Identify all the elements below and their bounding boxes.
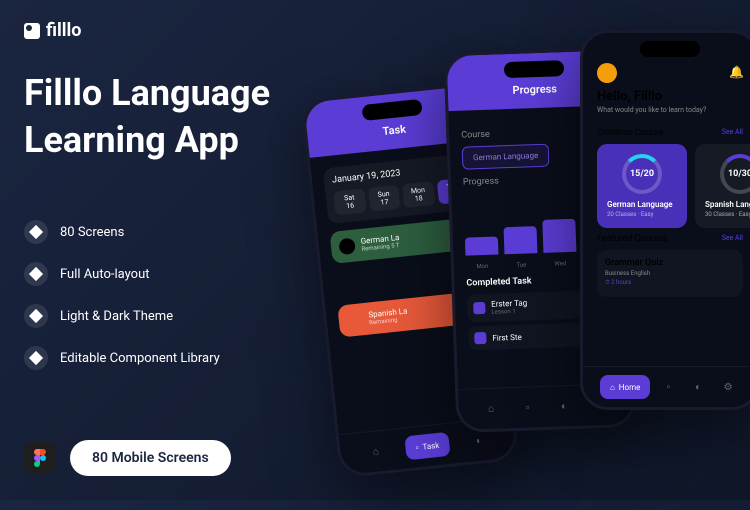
- course-meta: 20 Classes · Easy: [607, 211, 677, 218]
- subgreeting: What would you like to learn today?: [597, 106, 743, 114]
- notification-icon[interactable]: 🔔: [729, 65, 743, 79]
- feature-item: Editable Component Library: [24, 346, 220, 370]
- avatar[interactable]: [597, 63, 617, 83]
- progress-ring: 10/30: [720, 154, 750, 194]
- hero-title: Filllo Language Learning App: [24, 70, 270, 164]
- featured-sub: Business English: [605, 270, 735, 277]
- logo-icon: [24, 23, 40, 39]
- nav-item[interactable]: ⚙: [716, 375, 740, 399]
- badge-row: 80 Mobile Screens: [24, 440, 231, 476]
- feature-item: 80 Screens: [24, 220, 220, 244]
- spain-flag-icon: [346, 311, 364, 329]
- nav-item[interactable]: ▫: [656, 375, 680, 399]
- day-cell[interactable]: Sun17: [368, 185, 401, 212]
- figma-icon: [24, 442, 56, 474]
- screens-badge: 80 Mobile Screens: [70, 440, 231, 476]
- nav-item[interactable]: ◐: [552, 394, 577, 419]
- section-title: Featured Courses: [597, 234, 668, 244]
- bar: [465, 236, 499, 255]
- feature-text: 80 Screens: [60, 225, 124, 240]
- course-card-spanish[interactable]: 10/30 Spanish Language 30 Classes · Easy: [695, 144, 750, 228]
- germany-flag-icon: [338, 238, 356, 256]
- course-tab[interactable]: German Language: [462, 144, 550, 170]
- section-title: Continue Course: [597, 128, 663, 138]
- item-sub: Lesson 1: [491, 307, 527, 315]
- title-line-1: Filllo Language: [24, 70, 270, 117]
- item-title: First Ste: [492, 332, 522, 342]
- feature-text: Light & Dark Theme: [60, 309, 173, 324]
- day-cell[interactable]: Sat16: [333, 188, 366, 215]
- feature-item: Light & Dark Theme: [24, 304, 220, 328]
- feature-text: Full Auto-layout: [60, 267, 150, 282]
- course-name: German Language: [607, 200, 677, 209]
- day-cell[interactable]: Mon18: [402, 181, 435, 208]
- brand-name: filllo: [46, 20, 81, 41]
- diamond-icon: [24, 304, 48, 328]
- feature-list: 80 Screens Full Auto-layout Light & Dark…: [24, 220, 220, 370]
- bar: [504, 226, 538, 254]
- feature-text: Editable Component Library: [60, 351, 220, 366]
- progress-ring: 15/20: [622, 154, 662, 194]
- greeting: Hello, Filllo: [597, 89, 743, 104]
- course-card-german[interactable]: 15/20 German Language 20 Classes · Easy: [597, 144, 687, 228]
- phone-mockups: Task January 19, 2023 Sat16 Sun17 Mon18 …: [320, 30, 750, 510]
- brand-logo: filllo: [24, 20, 81, 41]
- nav-item[interactable]: ▫: [515, 395, 540, 420]
- diamond-icon: [24, 262, 48, 286]
- featured-title: Grammar Quiz: [605, 258, 735, 268]
- see-all-link[interactable]: See All: [722, 234, 743, 244]
- course-name: Spanish Language: [705, 200, 750, 209]
- see-all-link[interactable]: See All: [722, 128, 743, 138]
- play-icon: [473, 302, 485, 314]
- phone-notch: [504, 60, 565, 78]
- diamond-icon: [24, 220, 48, 244]
- phone-home: 🔔 Hello, Filllo What would you like to l…: [580, 30, 750, 410]
- bottom-nav: ⌂ Home ▫ ◐ ⚙: [583, 366, 750, 407]
- diamond-icon: [24, 346, 48, 370]
- play-icon: [474, 332, 486, 344]
- featured-course-card[interactable]: Grammar Quiz Business English ⏱ 2 hours: [597, 250, 743, 297]
- nav-task[interactable]: ▫ Task: [404, 432, 450, 460]
- featured-time: 2 hours: [611, 279, 631, 286]
- course-meta: 30 Classes · Easy: [705, 211, 750, 218]
- title-line-2: Learning App: [24, 117, 270, 164]
- bar: [542, 219, 576, 253]
- feature-item: Full Auto-layout: [24, 262, 220, 286]
- nav-item[interactable]: ◐: [686, 375, 710, 399]
- nav-home-icon[interactable]: ⌂: [363, 438, 389, 464]
- phone-notch: [640, 41, 700, 57]
- nav-item[interactable]: ⌂: [479, 396, 504, 421]
- nav-home[interactable]: ⌂ Home: [600, 375, 650, 399]
